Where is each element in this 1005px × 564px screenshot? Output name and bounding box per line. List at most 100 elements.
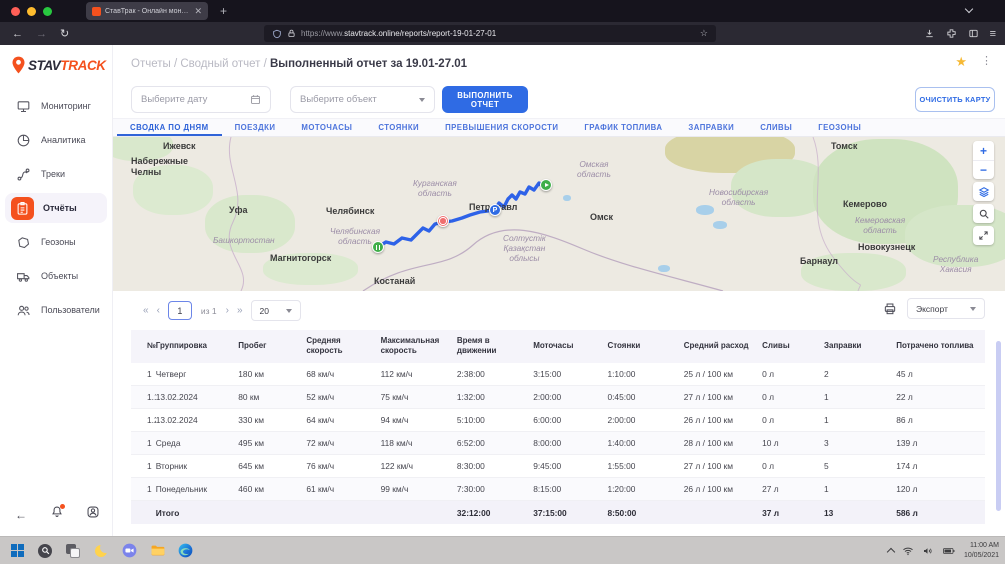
url-bar[interactable]: https://www.stavtrack.online/reports/rep…: [264, 25, 716, 42]
extensions-icon[interactable]: [946, 28, 957, 39]
table-cell: 80 км: [238, 386, 306, 409]
battery-icon[interactable]: [942, 545, 956, 557]
window-close-button[interactable]: [11, 7, 20, 16]
map-marker-play[interactable]: [540, 179, 552, 191]
route-layer: [113, 137, 1005, 291]
wifi-icon[interactable]: [902, 545, 914, 557]
sidebar-item-monitoring[interactable]: Мониторинг: [0, 89, 112, 123]
map-zoom-in-button[interactable]: +: [973, 141, 994, 160]
sidebar-item-users[interactable]: Пользователи: [0, 293, 112, 327]
bookmark-star-icon[interactable]: ☆: [700, 28, 708, 39]
pagination-prev-button[interactable]: ‹: [157, 305, 159, 316]
select-caret-icon: [419, 98, 425, 102]
report-tab-4[interactable]: ПРЕВЫШЕНИЯ СКОРОСТИ: [432, 119, 571, 136]
page-size-select[interactable]: 20: [251, 300, 301, 321]
sidebar-item-reports[interactable]: Отчёты: [0, 191, 112, 225]
pagination-first-button[interactable]: «: [143, 305, 148, 316]
edge-browser-button[interactable]: [177, 543, 193, 559]
pagination-next-button[interactable]: ›: [226, 305, 228, 316]
table-header-cell: №: [131, 330, 156, 363]
account-icon[interactable]: [86, 505, 100, 524]
report-tab-0[interactable]: СВОДКА ПО ДНЯМ: [117, 119, 222, 136]
table-header-cell: Стоянки: [607, 330, 683, 363]
file-explorer-button[interactable]: [149, 543, 165, 559]
users-icon: [15, 302, 32, 319]
run-report-button[interactable]: ВЫПОЛНИТЬ ОТЧЕТ: [442, 86, 528, 113]
table-cell: 139 л: [896, 432, 985, 455]
report-tab-7[interactable]: СЛИВЫ: [747, 119, 805, 136]
sidebar-item-analytics[interactable]: Аналитика: [0, 123, 112, 157]
taskbar-app-chat[interactable]: [121, 543, 137, 559]
object-select[interactable]: Выберите объект: [290, 86, 435, 113]
table-cell: 330 км: [238, 409, 306, 432]
table-row: 1Вторник645 км76 км/ч122 км/ч8:30:009:45…: [131, 455, 985, 478]
browser-forward-button[interactable]: →: [36, 28, 47, 40]
pagination-page-input[interactable]: 1: [168, 301, 192, 320]
window-maximize-button[interactable]: [43, 7, 52, 16]
map-fullscreen-button[interactable]: [973, 226, 994, 245]
table-cell: 1: [131, 455, 156, 478]
downloads-icon[interactable]: [924, 28, 935, 39]
report-tab-6[interactable]: ЗАПРАВКИ: [675, 119, 747, 136]
taskbar-app-moon[interactable]: [93, 543, 109, 559]
start-button[interactable]: [9, 543, 25, 559]
volume-icon[interactable]: [922, 545, 934, 557]
geozones-icon: [15, 234, 32, 251]
lock-icon[interactable]: [287, 29, 296, 38]
menu-hamburger-icon[interactable]: ≡: [990, 28, 996, 40]
map-marker-stop[interactable]: [437, 215, 449, 227]
table-totals-row: Итого32:12:0037:15:008:50:0037 л13586 л: [131, 501, 985, 524]
browser-tab[interactable]: СтавТрак - Онлайн мониторин ✕: [86, 2, 208, 20]
tracks-icon: [15, 166, 32, 183]
map-search-button[interactable]: [973, 204, 994, 223]
tab-close-icon[interactable]: ✕: [194, 7, 202, 16]
os-taskbar: 11:00 AM 10/05/2021: [0, 536, 1005, 564]
table-cell: 7:30:00: [457, 478, 533, 501]
new-tab-button[interactable]: +: [220, 4, 227, 18]
browser-reload-button[interactable]: ↻: [60, 27, 69, 40]
map-layers-button[interactable]: [973, 182, 994, 201]
report-tab-8[interactable]: ГЕОЗОНЫ: [805, 119, 874, 136]
report-tab-3[interactable]: СТОЯНКИ: [365, 119, 432, 136]
report-tab-5[interactable]: ГРАФИК ТОПЛИВА: [571, 119, 675, 136]
date-picker-input[interactable]: Выберите дату: [131, 86, 271, 113]
table-cell: Четверг: [156, 363, 239, 386]
more-options-kebab-icon[interactable]: ⋮: [981, 56, 992, 67]
content-scrollbar[interactable]: [996, 341, 1001, 511]
report-tab-2[interactable]: МОТОЧАСЫ: [288, 119, 365, 136]
browser-toolbar: ← → ↻ https://www.stavtrack.online/repor…: [0, 22, 1005, 45]
export-select[interactable]: Экспорт: [907, 298, 985, 319]
clear-map-button[interactable]: ОЧИСТИТЬ КАРТУ: [915, 87, 995, 112]
table-cell: 27 л: [762, 478, 824, 501]
app-logo[interactable]: STAVTRACK: [11, 56, 106, 74]
map-zoom-out-button[interactable]: −: [973, 160, 994, 179]
browser-back-button[interactable]: ←: [12, 28, 23, 40]
tab-list-chevron-icon[interactable]: [965, 5, 973, 13]
sidebar-panel-icon[interactable]: [968, 28, 979, 39]
table-cell: 1:20:00: [607, 478, 683, 501]
sidebar-item-geozones[interactable]: Геозоны: [0, 225, 112, 259]
table-cell: 1:40:00: [607, 432, 683, 455]
report-tab-1[interactable]: ПОЕЗДКИ: [222, 119, 289, 136]
shield-icon[interactable]: [272, 29, 282, 39]
taskbar-clock[interactable]: 11:00 AM 10/05/2021: [964, 541, 999, 560]
print-icon[interactable]: [883, 302, 897, 316]
notifications-bell-icon[interactable]: [50, 505, 64, 524]
taskbar-search-button[interactable]: [37, 543, 53, 559]
table-cell: 2: [824, 363, 896, 386]
map-marker-pause[interactable]: [372, 241, 384, 253]
table-cell: [381, 501, 457, 524]
favorite-star-icon[interactable]: ★: [955, 55, 967, 68]
collapse-sidebar-icon[interactable]: ←: [15, 508, 27, 522]
table-cell: 8:15:00: [533, 478, 607, 501]
table-cell: 1.1: [131, 386, 156, 409]
table-cell: 1: [824, 386, 896, 409]
window-minimize-button[interactable]: [27, 7, 36, 16]
sidebar-item-objects[interactable]: Объекты: [0, 259, 112, 293]
pagination-last-button[interactable]: »: [237, 305, 242, 316]
map-canvas[interactable]: + − ИжевскНабережные ЧелныУфаЧелябинскМа…: [113, 137, 1005, 291]
sidebar-item-tracks[interactable]: Треки: [0, 157, 112, 191]
map-marker-parking[interactable]: P: [489, 204, 501, 216]
task-view-button[interactable]: [65, 543, 81, 559]
tray-expand-chevron-icon[interactable]: [887, 548, 895, 556]
